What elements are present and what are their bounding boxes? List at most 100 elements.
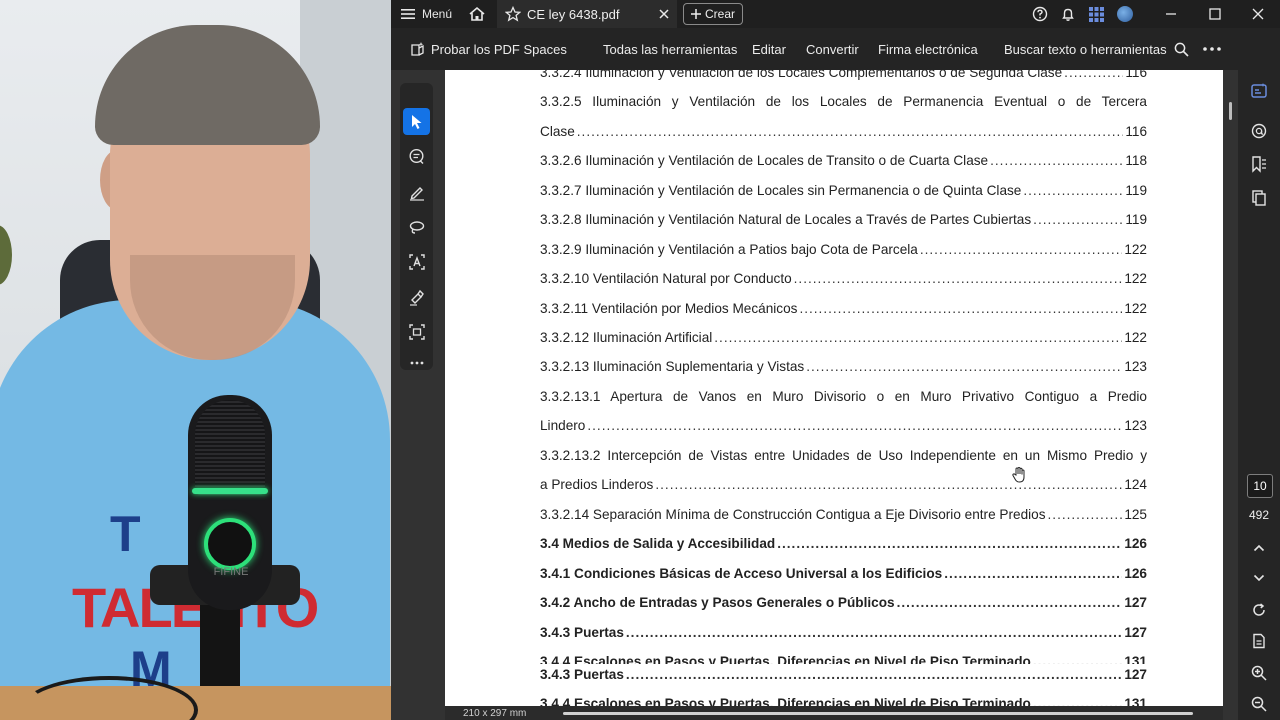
toc-leader-dots: ........................................…: [896, 595, 1123, 610]
document-tab[interactable]: CE ley 6438.pdf: [497, 0, 677, 28]
toc-entry[interactable]: Lindero.................................…: [540, 418, 1147, 436]
toc-entry-page: 126: [1124, 536, 1147, 551]
draw-tool[interactable]: [403, 178, 430, 205]
bookmarks-panel-button[interactable]: [1238, 149, 1280, 179]
lasso-tool[interactable]: [403, 213, 430, 240]
home-button[interactable]: [468, 0, 486, 28]
comments-icon: [1250, 122, 1268, 140]
toc-entry[interactable]: 3.3.2.10 Ventilación Natural por Conduct…: [540, 271, 1147, 289]
toc-entry[interactable]: 3.3.2.13.2 Intercepción de Vistas entre …: [540, 448, 1147, 466]
toc-entry[interactable]: a Predios Linderos......................…: [540, 477, 1147, 495]
webcam-overlay: T TALENTO M FIFINE: [0, 0, 391, 720]
microphone-grill: [195, 400, 265, 495]
refresh-button[interactable]: [1238, 595, 1280, 625]
toc-entry[interactable]: 3.3.2.14 Separación Mínima de Construcci…: [540, 507, 1147, 525]
toc-entry-title: Clase: [540, 124, 575, 139]
create-button[interactable]: Crear: [683, 3, 743, 25]
toc-entry[interactable]: 3.3.2.6 Iluminación y Ventilación de Loc…: [540, 153, 1147, 171]
toc-entry-page: 123: [1124, 418, 1147, 433]
right-side-panel: [1238, 70, 1280, 720]
star-icon[interactable]: [505, 6, 521, 22]
toc-leader-dots: ........................................…: [576, 124, 1124, 139]
hamburger-icon: [401, 8, 415, 20]
vertical-scrollbar[interactable]: [1229, 102, 1232, 120]
pdf-page[interactable]: 3.3.2.4 Iluminación y Ventilación de los…: [445, 70, 1223, 706]
toc-entry[interactable]: 3.4.3 Puertas...........................…: [540, 667, 1147, 685]
toc-entry-page: 122: [1124, 242, 1147, 257]
pdf-spaces-button[interactable]: Probar los PDF Spaces: [409, 28, 567, 70]
person-hair: [95, 25, 320, 145]
toc-entry[interactable]: 3.3.2.9 Iluminación y Ventilación a Pati…: [540, 242, 1147, 260]
toc-entry[interactable]: 3.3.2.13.1 Apertura de Vanos en Muro Div…: [540, 389, 1147, 407]
toc-entry[interactable]: 3.4.3 Puertas...........................…: [540, 625, 1147, 643]
toc-leader-dots: ........................................…: [793, 271, 1123, 286]
window-close-icon: [1252, 8, 1264, 20]
esign-button[interactable]: Firma electrónica: [878, 28, 978, 70]
comments-panel-button[interactable]: [1238, 116, 1280, 146]
toc-leader-dots: ........................................…: [1064, 70, 1123, 80]
toc-leader-dots: ........................................…: [777, 536, 1122, 551]
close-icon[interactable]: [659, 9, 669, 19]
toc-entry-title: 3.4.3 Puertas: [540, 667, 624, 682]
toc-entry-page: 122: [1124, 330, 1147, 345]
toc-leader-dots: ........................................…: [625, 667, 1123, 682]
apps-button[interactable]: [1089, 0, 1104, 28]
maximize-button[interactable]: [1209, 0, 1221, 28]
convert-button[interactable]: Convertir: [806, 28, 859, 70]
zoom-out-button[interactable]: [1238, 689, 1280, 719]
help-button[interactable]: [1032, 0, 1048, 28]
comment-tool[interactable]: [403, 143, 430, 170]
toc-entry[interactable]: 3.3.2.13 Iluminación Suplementaria y Vis…: [540, 359, 1147, 377]
minimize-button[interactable]: [1165, 0, 1177, 28]
edit-button[interactable]: Editar: [752, 28, 786, 70]
avatar[interactable]: [1117, 0, 1133, 28]
ai-assistant-button[interactable]: [1238, 76, 1280, 106]
toc-entry-title: 3.3.2.14 Separación Mínima de Construcci…: [540, 507, 1046, 522]
search-tools-label: Buscar texto o herramientas: [1004, 41, 1167, 57]
previous-page-button[interactable]: [1238, 533, 1280, 563]
search-icon: [1174, 42, 1189, 57]
shirt-print-line1: T: [110, 506, 141, 562]
pages-panel-button[interactable]: [1238, 183, 1280, 213]
toc-entry[interactable]: 3.3.2.11 Ventilación por Medios Mecánico…: [540, 301, 1147, 319]
toc-entry[interactable]: 3.4.4 Escalones en Pasos y Puertas. Dife…: [540, 696, 1147, 706]
toc-entry[interactable]: 3.3.2.4 Iluminación y Ventilación de los…: [540, 70, 1147, 83]
toc-leader-dots: ........................................…: [587, 418, 1123, 433]
page-size-label: 210 x 297 mm: [463, 707, 527, 719]
horizontal-scrollbar[interactable]: [563, 712, 1193, 715]
all-tools-button[interactable]: Todas las herramientas: [603, 28, 737, 70]
maximize-icon: [1209, 8, 1221, 20]
total-pages-label: 492: [1248, 508, 1270, 522]
toc-entry[interactable]: Clase...................................…: [540, 124, 1147, 142]
create-label: Crear: [704, 7, 735, 21]
toc-entry[interactable]: 3.3.2.5 Iluminación y Ventilación de los…: [540, 94, 1147, 112]
window-close-button[interactable]: [1252, 0, 1264, 28]
sign-tool[interactable]: [403, 283, 430, 310]
more-button[interactable]: [1203, 28, 1221, 70]
zoom-in-button[interactable]: [1238, 658, 1280, 688]
page-view-button[interactable]: [1238, 626, 1280, 656]
toc-entry[interactable]: 3.4.1 Condiciones Básicas de Acceso Univ…: [540, 566, 1147, 584]
current-page-input[interactable]: 10: [1247, 474, 1273, 498]
refresh-icon: [1251, 602, 1267, 618]
sign-icon: [408, 288, 426, 306]
select-tool[interactable]: [403, 108, 430, 135]
spaces-icon: [409, 41, 426, 58]
toc-entry[interactable]: 3.4.4 Escalones en Pasos y Puertas. Dife…: [540, 654, 1147, 664]
toc-entry[interactable]: 3.3.2.8 Iluminación y Ventilación Natura…: [540, 212, 1147, 230]
toc-entry[interactable]: 3.3.2.12 Iluminación Artificial.........…: [540, 330, 1147, 348]
toc-entry[interactable]: 3.3.2.7 Iluminación y Ventilación de Loc…: [540, 183, 1147, 201]
text-recognition-tool[interactable]: [403, 248, 430, 275]
next-page-button[interactable]: [1238, 563, 1280, 593]
search-tools-button[interactable]: Buscar texto o herramientas: [1004, 28, 1189, 70]
notifications-button[interactable]: [1060, 0, 1076, 28]
toc-entry-title: 3.4.3 Puertas: [540, 625, 624, 640]
toc-leader-dots: ........................................…: [1023, 183, 1124, 198]
more-tools-button[interactable]: [403, 349, 430, 376]
minimize-icon: [1165, 8, 1177, 20]
toc-entry[interactable]: 3.4 Medios de Salida y Accesibilidad....…: [540, 536, 1147, 554]
toc-entry[interactable]: 3.4.2 Ancho de Entradas y Pasos Generale…: [540, 595, 1147, 613]
menu-button[interactable]: Menú: [401, 0, 452, 28]
document-icon: [1251, 633, 1267, 649]
scan-tool[interactable]: [403, 318, 430, 345]
